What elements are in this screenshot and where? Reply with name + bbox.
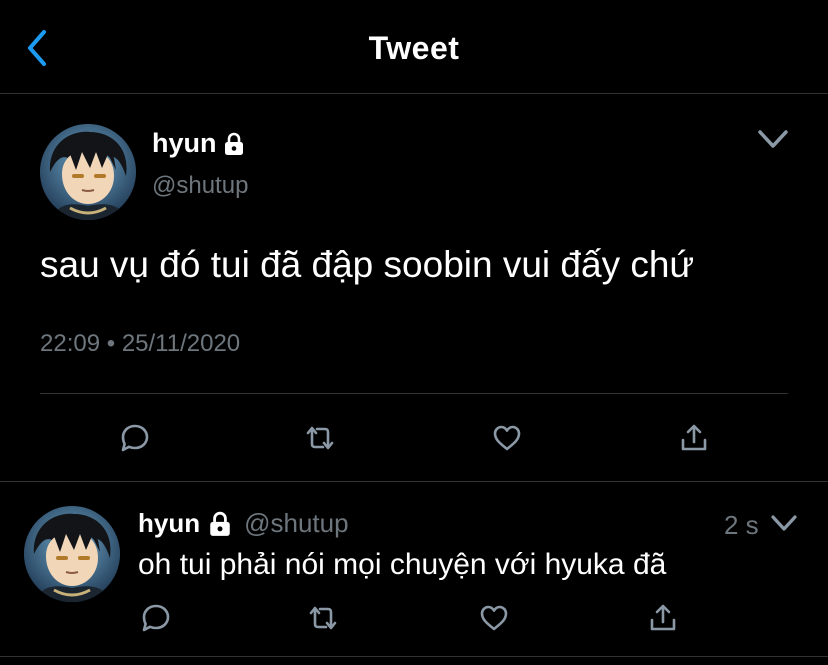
tweet-author[interactable]: hyun (152, 128, 245, 159)
handle[interactable]: @shutup (152, 172, 248, 200)
divider (40, 393, 788, 394)
reply-button[interactable] (117, 420, 153, 456)
lock-icon (224, 132, 243, 155)
tweet-timestamp: 22:09 • 25/11/2020 (40, 330, 240, 358)
avatar[interactable] (40, 124, 136, 220)
retweet-icon (309, 606, 337, 630)
thread-separator (0, 481, 828, 482)
reply-timestamp: 2 s (724, 510, 759, 540)
lock-icon (210, 511, 230, 536)
reply-icon (121, 424, 149, 452)
chevron-down-icon (758, 130, 788, 148)
share-button[interactable] (676, 420, 712, 456)
chevron-down-icon (771, 515, 797, 531)
reply-share-button[interactable] (645, 600, 681, 636)
reply-display-name: hyun (138, 508, 201, 538)
avatar-image (24, 506, 120, 602)
reply-handle: @shutup (244, 508, 349, 538)
like-button[interactable] (489, 420, 525, 456)
share-icon (650, 604, 676, 631)
like-icon (480, 605, 508, 631)
retweet-icon (306, 426, 334, 450)
tweet-date: 25/11/2020 (121, 330, 241, 357)
reply-author[interactable]: hyun @shutup (138, 508, 349, 539)
reply-icon (142, 604, 170, 632)
share-icon (681, 424, 707, 451)
display-name: hyun (152, 128, 217, 158)
reply-like-button[interactable] (476, 600, 512, 636)
retweet-button[interactable] (302, 420, 338, 456)
page-title: Tweet (368, 30, 460, 66)
meta-separator: • (106, 330, 116, 357)
reply-retweet-button[interactable] (305, 600, 341, 636)
top-bar: Tweet (0, 0, 828, 94)
avatar-image (40, 124, 136, 220)
bottom-separator (0, 656, 828, 657)
tweet-options-button[interactable] (756, 126, 790, 152)
tweet-time: 22:09 (40, 330, 101, 357)
tweet-text: sau vụ đó tui đã đập soobin vui đấy chứ (40, 244, 695, 285)
reply-options-button[interactable] (770, 512, 798, 534)
like-icon (493, 425, 521, 451)
reply-text: oh tui phải nói mọi chuyện với hyuka đã (138, 548, 667, 581)
reply-reply-button[interactable] (138, 600, 174, 636)
reply-avatar[interactable] (24, 506, 120, 602)
